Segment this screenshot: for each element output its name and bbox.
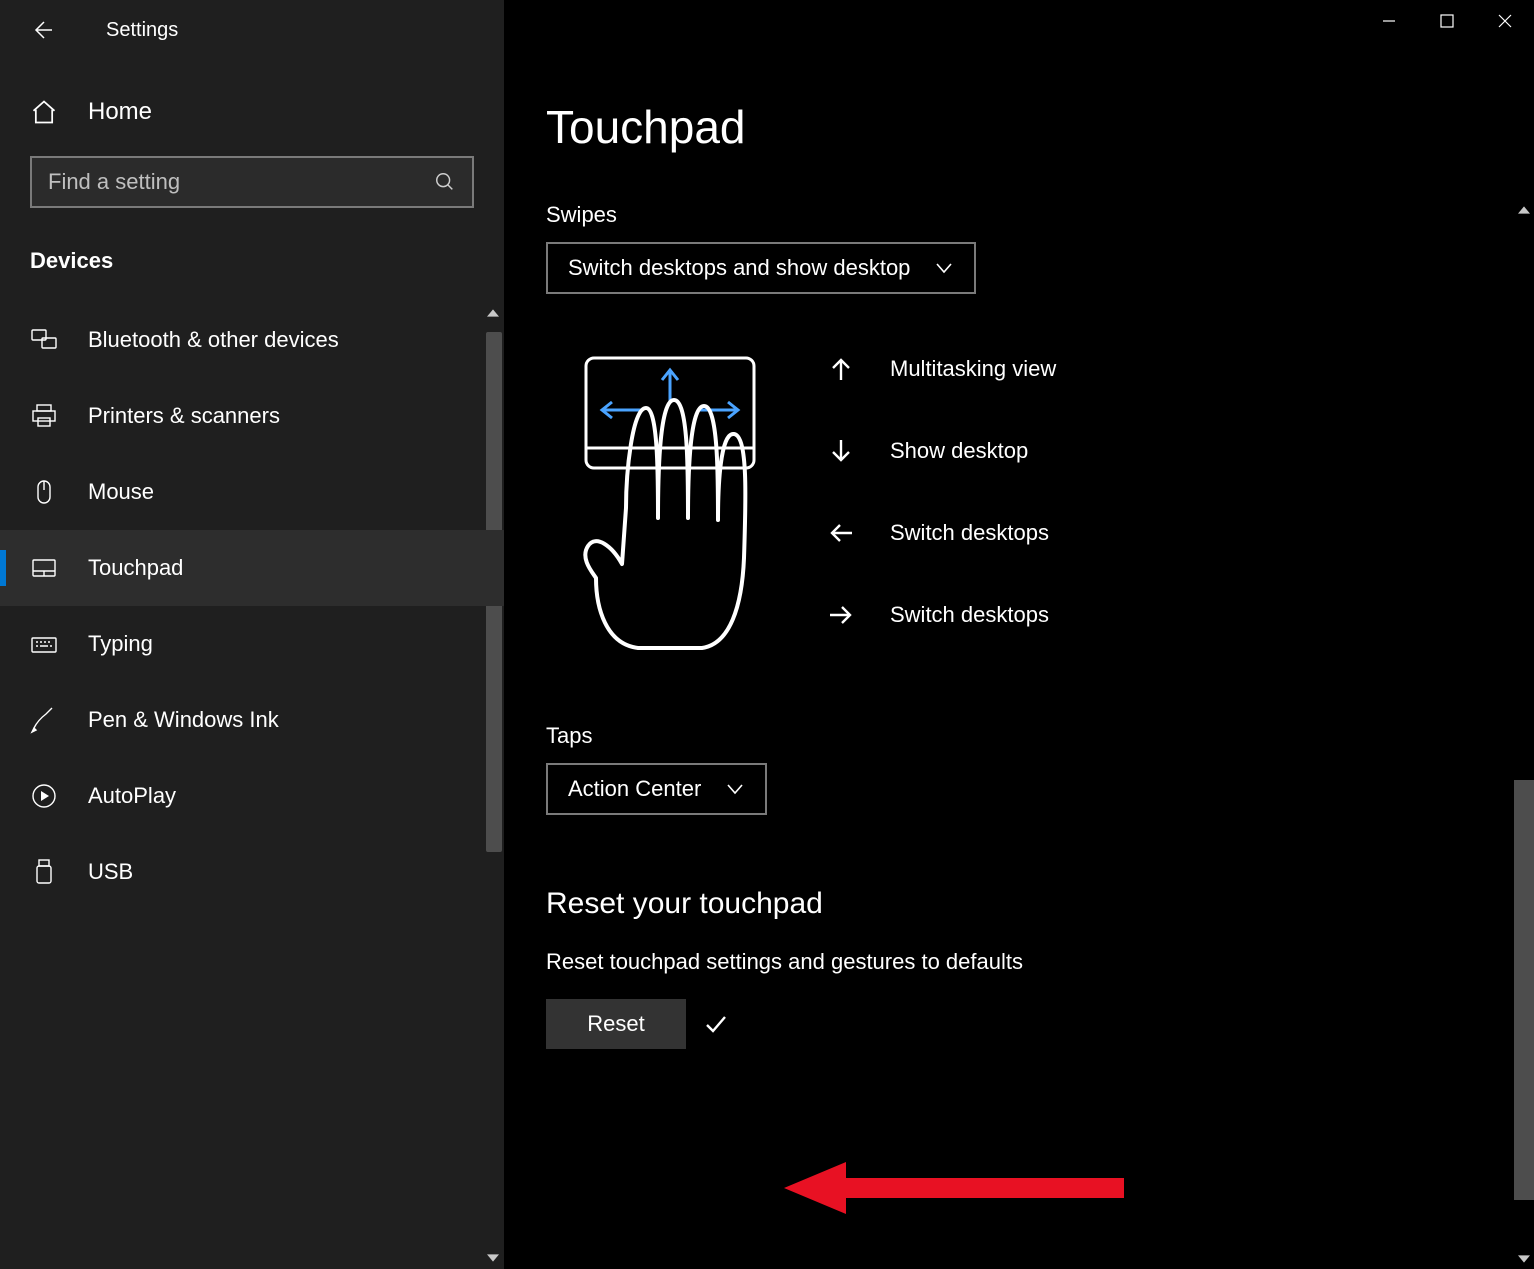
minimize-icon (1381, 13, 1397, 29)
back-arrow-icon (30, 18, 54, 42)
home-label: Home (88, 98, 152, 126)
chevron-down-icon (934, 258, 954, 278)
reset-row: Reset (546, 999, 1534, 1049)
sidebar-home[interactable]: Home (0, 60, 504, 156)
annotation-red-arrow (784, 1158, 1124, 1223)
search-input[interactable] (48, 169, 434, 195)
sidebar: Settings Home Devices (0, 0, 504, 1269)
legend-row-left: Switch desktops (828, 520, 1056, 546)
gesture-legend: Multitasking view Show desktop Switch de… (828, 348, 1056, 628)
sidebar-item-label: Touchpad (88, 555, 183, 581)
nav-list: Bluetooth & other devices Printers & sca… (0, 302, 504, 1269)
reset-heading: Reset your touchpad (546, 887, 1534, 921)
taps-selected-value: Action Center (568, 776, 701, 802)
main-scrollbar-thumb[interactable] (1514, 780, 1534, 1200)
arrow-right-icon (828, 602, 854, 628)
sidebar-item-label: USB (88, 859, 133, 885)
sidebar-item-label: Typing (88, 631, 153, 657)
sidebar-header: Settings (0, 0, 504, 60)
sidebar-item-label: Mouse (88, 479, 154, 505)
sidebar-item-label: Printers & scanners (88, 403, 280, 429)
reset-button[interactable]: Reset (546, 999, 686, 1049)
devices-icon (30, 326, 58, 354)
sidebar-item-typing[interactable]: Typing (0, 606, 504, 682)
search-box[interactable] (30, 156, 474, 208)
swipes-selected-value: Switch desktops and show desktop (568, 255, 910, 281)
touchpad-gesture-illustration (546, 348, 766, 673)
sidebar-item-bluetooth[interactable]: Bluetooth & other devices (0, 302, 504, 378)
back-button[interactable] (30, 18, 54, 42)
usb-icon (30, 858, 58, 886)
main-scroll-up[interactable] (1514, 200, 1534, 220)
sidebar-item-usb[interactable]: USB (0, 834, 504, 910)
app-title: Settings (106, 19, 178, 42)
main-content: Touchpad Swipes Switch desktops and show… (504, 0, 1534, 1269)
arrow-up-icon (828, 356, 854, 382)
maximize-button[interactable] (1418, 0, 1476, 42)
sidebar-item-touchpad[interactable]: Touchpad (0, 530, 504, 606)
keyboard-icon (30, 630, 58, 658)
window-controls (1360, 0, 1534, 42)
legend-label: Show desktop (890, 438, 1028, 464)
swipes-label: Swipes (546, 202, 1534, 228)
autoplay-icon (30, 782, 58, 810)
search-icon (434, 171, 456, 193)
legend-label: Switch desktops (890, 602, 1049, 628)
checkmark-icon (704, 1012, 728, 1036)
arrow-down-icon (828, 438, 854, 464)
minimize-button[interactable] (1360, 0, 1418, 42)
pen-icon (30, 706, 58, 734)
touchpad-icon (30, 554, 58, 582)
legend-row-up: Multitasking view (828, 356, 1056, 382)
sidebar-item-autoplay[interactable]: AutoPlay (0, 758, 504, 834)
content-pane: Swipes Switch desktops and show desktop (546, 202, 1534, 1269)
legend-row-right: Switch desktops (828, 602, 1056, 628)
chevron-down-icon (725, 779, 745, 799)
legend-row-down: Show desktop (828, 438, 1056, 464)
close-icon (1497, 13, 1513, 29)
section-heading-devices: Devices (0, 248, 504, 302)
printer-icon (30, 402, 58, 430)
reset-description: Reset touchpad settings and gestures to … (546, 949, 1534, 975)
sidebar-item-label: Bluetooth & other devices (88, 327, 339, 353)
legend-label: Switch desktops (890, 520, 1049, 546)
arrow-left-icon (828, 520, 854, 546)
main-scroll-down[interactable] (1514, 1249, 1534, 1269)
swipes-combobox[interactable]: Switch desktops and show desktop (546, 242, 976, 294)
taps-combobox[interactable]: Action Center (546, 763, 767, 815)
maximize-icon (1440, 14, 1454, 28)
mouse-icon (30, 478, 58, 506)
gesture-illustration-block: Multitasking view Show desktop Switch de… (546, 348, 1534, 673)
close-button[interactable] (1476, 0, 1534, 42)
nav-scroll-area: Bluetooth & other devices Printers & sca… (0, 302, 504, 1269)
sidebar-item-label: Pen & Windows Ink (88, 707, 279, 733)
taps-label: Taps (546, 723, 1534, 749)
legend-label: Multitasking view (890, 356, 1056, 382)
sidebar-item-printers[interactable]: Printers & scanners (0, 378, 504, 454)
sidebar-item-label: AutoPlay (88, 783, 176, 809)
sidebar-item-mouse[interactable]: Mouse (0, 454, 504, 530)
main-scrollbar[interactable] (1514, 200, 1534, 1269)
home-icon (30, 98, 58, 126)
sidebar-item-pen[interactable]: Pen & Windows Ink (0, 682, 504, 758)
